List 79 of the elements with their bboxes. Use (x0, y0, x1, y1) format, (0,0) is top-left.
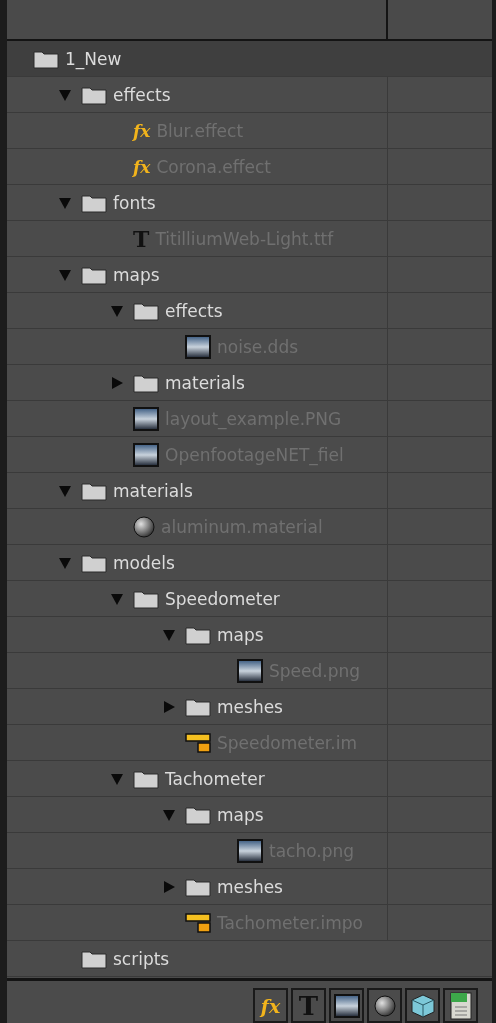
tree-row[interactable]: Tachometer (7, 761, 492, 797)
tree-row[interactable]: fonts (7, 185, 492, 221)
tree-row[interactable]: materials (7, 365, 492, 401)
image-icon (237, 838, 263, 863)
image-icon (333, 993, 360, 1018)
folder-icon (133, 372, 159, 393)
expanded-arrow-icon[interactable] (58, 483, 72, 498)
folder-icon (185, 624, 211, 645)
effect-icon: fx (133, 156, 151, 177)
script-filter-button[interactable] (443, 988, 478, 1023)
font-icon: T (298, 990, 319, 1021)
image-filter-button[interactable] (329, 988, 364, 1023)
collapsed-arrow-icon[interactable] (162, 699, 176, 714)
folder-name: maps (217, 624, 264, 645)
image-icon (133, 442, 159, 467)
tree-row[interactable]: models (7, 545, 492, 581)
model-filter-button[interactable] (405, 988, 440, 1023)
expanded-arrow-icon[interactable] (58, 267, 72, 282)
expanded-arrow-icon[interactable] (58, 87, 72, 102)
folder-icon (81, 948, 107, 969)
tree-row[interactable]: effects (7, 293, 492, 329)
collapsed-arrow-icon[interactable] (110, 375, 124, 390)
folder-icon (33, 48, 59, 69)
folder-icon (81, 264, 107, 285)
effect-icon: fx (260, 994, 281, 1017)
folder-name: effects (165, 300, 223, 321)
expanded-arrow-icon[interactable] (110, 303, 124, 318)
folder-icon (81, 84, 107, 105)
sphere-icon (133, 515, 155, 538)
image-icon (237, 658, 263, 683)
folder-name: scripts (113, 948, 170, 969)
folder-icon (81, 552, 107, 573)
folder-name: fonts (113, 192, 156, 213)
folder-name: meshes (217, 696, 283, 717)
folder-icon (133, 768, 159, 789)
effect-filter-button[interactable]: fx (253, 988, 288, 1023)
folder-name: maps (217, 804, 264, 825)
folder-icon (81, 480, 107, 501)
expanded-arrow-icon[interactable] (110, 771, 124, 786)
expanded-arrow-icon[interactable] (58, 555, 72, 570)
folder-icon (133, 588, 159, 609)
sphere-icon (373, 994, 396, 1017)
import-icon (185, 911, 211, 934)
tree-row[interactable]: materials (7, 473, 492, 509)
material-filter-button[interactable] (367, 988, 402, 1023)
folder-name: effects (113, 84, 171, 105)
folder-name: Speedometer (165, 588, 280, 609)
folder-name: 1_New (65, 48, 122, 69)
tree-row[interactable]: maps (7, 257, 492, 293)
expanded-arrow-icon[interactable] (162, 627, 176, 642)
expanded-arrow-icon[interactable] (162, 807, 176, 822)
collapsed-arrow-icon[interactable] (162, 879, 176, 894)
tree-row[interactable]: maps (7, 617, 492, 653)
folder-name: models (113, 552, 175, 573)
tree-row[interactable]: meshes (7, 689, 492, 725)
tree-row[interactable]: effects (7, 77, 492, 113)
script-icon (449, 991, 472, 1020)
tree-row[interactable]: maps (7, 797, 492, 833)
folder-icon (185, 696, 211, 717)
expanded-arrow-icon[interactable] (110, 591, 124, 606)
folder-name: meshes (217, 876, 283, 897)
folder-icon (133, 300, 159, 321)
image-icon (133, 406, 159, 431)
import-icon (185, 731, 211, 754)
folder-icon (81, 192, 107, 213)
folder-name: maps (113, 264, 160, 285)
image-icon (185, 334, 211, 359)
tree-row[interactable]: meshes (7, 869, 492, 905)
folder-name: materials (113, 480, 193, 501)
folder-name: Tachometer (165, 768, 265, 789)
folder-icon (185, 876, 211, 897)
tree-row[interactable]: Speedometer (7, 581, 492, 617)
tree-row[interactable]: 1_New (7, 41, 492, 77)
expanded-arrow-icon[interactable] (58, 195, 72, 210)
effect-icon: fx (133, 120, 151, 141)
font-icon: T (133, 225, 150, 252)
cube-icon (409, 992, 436, 1019)
folder-icon (185, 804, 211, 825)
folder-name: materials (165, 372, 245, 393)
